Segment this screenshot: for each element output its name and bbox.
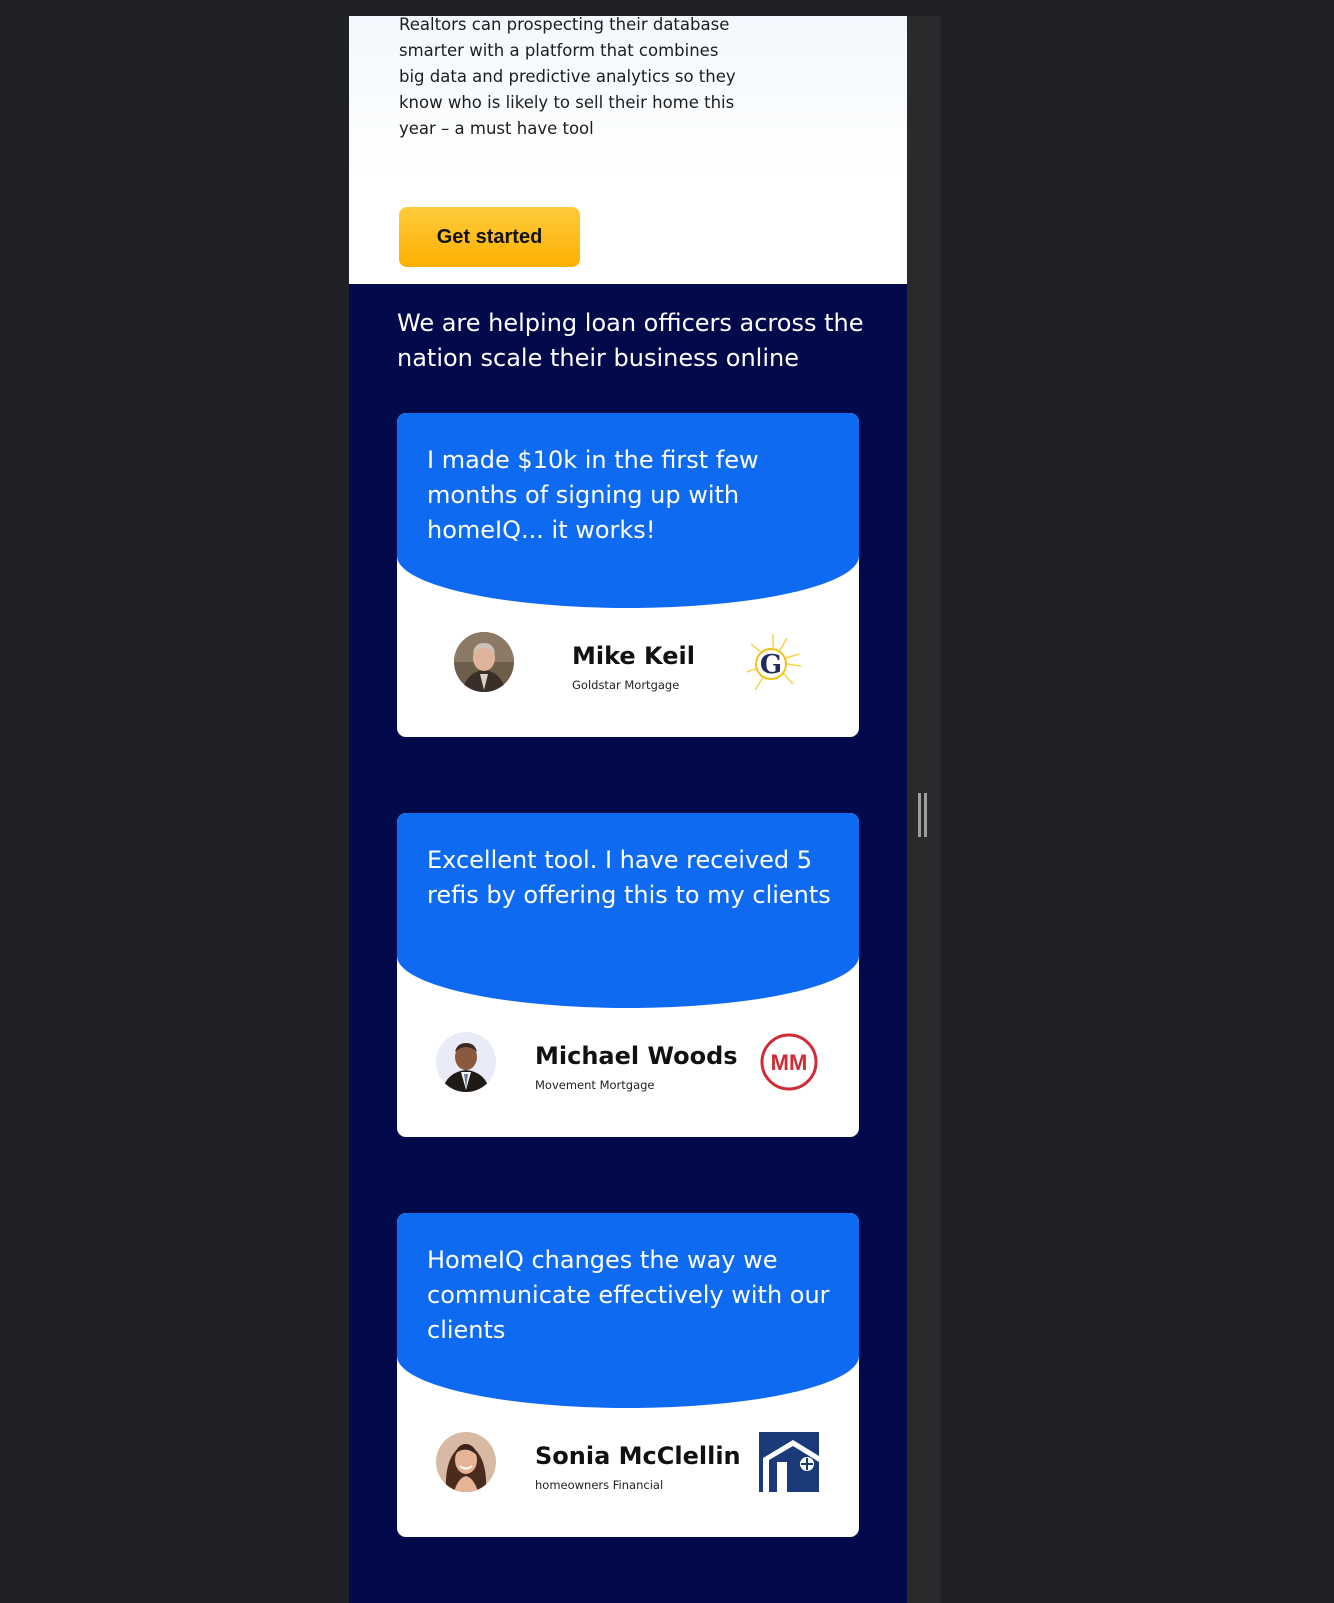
house-logo-icon bbox=[759, 1432, 819, 1492]
person-name: Michael Woods bbox=[535, 1042, 738, 1070]
person-name: Mike Keil bbox=[572, 642, 695, 670]
testimonial-card: Excellent tool. I have received 5 refis … bbox=[397, 813, 859, 1137]
svg-text:G: G bbox=[760, 650, 782, 680]
testimonial-quote: Excellent tool. I have received 5 refis … bbox=[427, 846, 831, 909]
avatar-photo-icon bbox=[436, 1432, 496, 1492]
avatar-photo-icon bbox=[436, 1032, 496, 1092]
person-company: homeowners Financial bbox=[535, 1478, 664, 1492]
avatar bbox=[454, 632, 514, 692]
testimonials-section: We are helping loan officers across the … bbox=[349, 284, 907, 1603]
goldstar-logo: G bbox=[743, 632, 803, 692]
avatar bbox=[436, 1032, 496, 1092]
svg-text:MM: MM bbox=[771, 1050, 808, 1075]
testimonial-card: HomeIQ changes the way we communicate ef… bbox=[397, 1213, 859, 1537]
hero-section: Realtors can prospecting their database … bbox=[349, 16, 907, 284]
scrollbar-grip-icon[interactable] bbox=[918, 793, 928, 837]
movement-mortgage-logo: MM bbox=[759, 1032, 819, 1092]
testimonial-card: I made $10k in the first few months of s… bbox=[397, 413, 859, 737]
goldstar-logo-icon: G bbox=[746, 634, 802, 691]
page-viewport: Realtors can prospecting their database … bbox=[349, 16, 907, 1603]
testimonials-heading: We are helping loan officers across the … bbox=[397, 309, 864, 372]
person-company: Goldstar Mortgage bbox=[572, 678, 680, 692]
movement-mortgage-logo-icon: MM bbox=[760, 1033, 818, 1091]
homeowners-financial-logo bbox=[759, 1432, 819, 1492]
testimonial-quote: HomeIQ changes the way we communicate ef… bbox=[427, 1246, 830, 1344]
get-started-button[interactable]: Get started bbox=[399, 207, 580, 267]
person-name: Sonia McClellin bbox=[535, 1442, 741, 1470]
person-company: Movement Mortgage bbox=[535, 1078, 655, 1092]
hero-description: Realtors can prospecting their database … bbox=[399, 16, 736, 138]
avatar-photo-icon bbox=[454, 632, 514, 692]
avatar bbox=[436, 1432, 496, 1492]
testimonial-quote: I made $10k in the first few months of s… bbox=[427, 446, 759, 544]
